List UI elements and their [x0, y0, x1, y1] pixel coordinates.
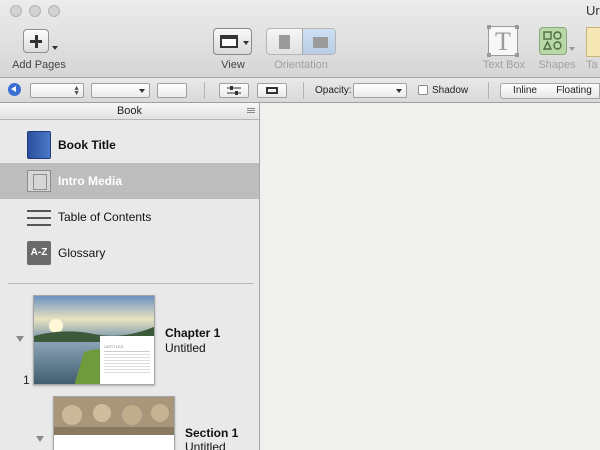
landscape-button[interactable] [302, 29, 335, 54]
chapter-thumbnail[interactable]: UNTITLED [33, 295, 155, 385]
book-icon [27, 131, 51, 159]
portrait-page-icon [279, 35, 290, 49]
sidebar-header: Book [0, 103, 259, 120]
section-thumbnail[interactable] [53, 396, 175, 450]
table-icon [586, 27, 600, 57]
text-box-icon: T [487, 25, 519, 57]
back-arrow-icon[interactable] [8, 83, 21, 96]
text-box-label: Text Box [482, 59, 526, 71]
color-well[interactable] [157, 83, 187, 98]
chevron-down-icon[interactable] [52, 46, 58, 50]
sidebar-item-label: Book Title [58, 138, 116, 152]
view-label: View [221, 59, 245, 71]
sidebar-item-label: Glossary [58, 246, 106, 260]
opacity-select[interactable] [353, 83, 407, 98]
sidebar-item-label: Intro Media [58, 174, 123, 188]
sidebar-item-label: Table of Contents [58, 210, 152, 224]
zoom-window-button[interactable] [48, 5, 60, 17]
shadow-label: Shadow [432, 85, 469, 96]
film-icon [27, 170, 51, 192]
adjust-button[interactable] [219, 83, 249, 98]
sliders-icon [227, 86, 241, 95]
shapes-label: Shapes [538, 59, 576, 71]
table-label: Ta [586, 59, 598, 71]
add-pages-button[interactable] [23, 29, 49, 53]
chevron-down-icon [396, 89, 402, 93]
thumb-caption: UNTITLED [104, 344, 124, 349]
list-icon [27, 210, 51, 226]
view-button[interactable] [213, 28, 252, 55]
section-subtitle: Untitled [185, 440, 226, 450]
thumb-text-panel: UNTITLED [100, 336, 154, 384]
window-toolbar: Ur Add Pages View Orientation T Text Box… [0, 0, 600, 78]
opacity-label: Opacity: [315, 85, 352, 96]
window-icon [220, 35, 238, 48]
close-window-button[interactable] [10, 5, 22, 17]
landscape-page-icon [313, 37, 328, 48]
stepper-arrows-icon: ▲ ▼ [73, 85, 80, 97]
window-title: Ur [586, 3, 600, 18]
disclosure-triangle-icon[interactable] [16, 336, 24, 342]
style-stepper[interactable]: ▲ ▼ [30, 83, 84, 98]
shadow-checkbox[interactable] [418, 85, 428, 95]
orientation-segmented[interactable] [266, 28, 336, 55]
frame-icon [266, 87, 278, 94]
portrait-button[interactable] [267, 29, 301, 54]
chevron-down-icon [243, 41, 249, 45]
page-canvas[interactable] [260, 103, 600, 450]
az-icon: A-Z [27, 241, 51, 265]
sidebar-item-glossary[interactable]: A-Z Glossary [0, 235, 259, 271]
sidebar-title: Book [116, 105, 143, 117]
grip-icon[interactable] [247, 108, 255, 109]
chevron-down-icon[interactable] [569, 47, 575, 51]
floating-button[interactable]: Floating [549, 83, 600, 99]
sidebar-item-table-of-contents[interactable]: Table of Contents [0, 199, 259, 235]
page-number: 1 [23, 373, 30, 387]
section-title: Section 1 [185, 426, 239, 440]
add-pages-label: Add Pages [12, 59, 66, 71]
sidebar-item-book-title[interactable]: Book Title [0, 127, 259, 163]
sidebar-divider [8, 283, 254, 284]
minimize-window-button[interactable] [29, 5, 41, 17]
chapter-title: Chapter 1 [165, 326, 221, 340]
chevron-down-icon [139, 89, 145, 93]
orientation-label: Orientation [274, 59, 328, 71]
shapes-icon [539, 27, 567, 55]
book-sidebar: Book Book Title Intro Media Table of Con… [0, 103, 260, 450]
frame-button[interactable] [257, 83, 287, 98]
inline-button[interactable]: Inline [500, 83, 550, 99]
font-select[interactable] [91, 83, 150, 98]
chapter-subtitle: Untitled [165, 341, 206, 355]
disclosure-triangle-icon[interactable] [36, 436, 44, 442]
sidebar-item-intro-media[interactable]: Intro Media [0, 163, 259, 199]
